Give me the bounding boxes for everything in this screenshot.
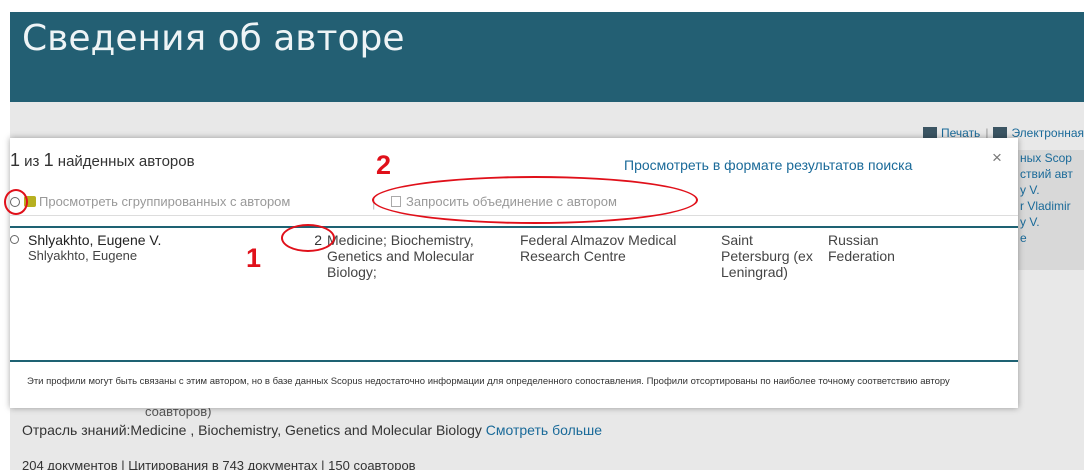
subject-cell: Medicine; Biochemistry, Genetics and Mol…	[327, 232, 475, 280]
annotation-label-1: 1	[246, 243, 262, 273]
row-select-radio[interactable]	[10, 235, 19, 244]
side-panel: ных Scop ствий авт y V. r Vladimir y V. …	[1018, 150, 1084, 270]
author-name[interactable]: Shlyakhto, Eugene V.	[28, 232, 161, 248]
side-snippet[interactable]: y V.	[1020, 214, 1084, 230]
author-alt-name: Shlyakhto, Eugene	[28, 248, 138, 263]
affiliation-cell: Federal Almazov Medical Research Centre	[520, 232, 677, 264]
page-title: Сведения об авторе	[22, 18, 405, 59]
disclaimer-note: Эти профили могут быть связаны с этим ав…	[27, 376, 950, 387]
annotation-ellipse-docs	[281, 224, 335, 252]
author-name-cell: Shlyakhto, Eugene V. Shlyakhto, Eugene	[28, 232, 161, 264]
author-metrics-line: 204 документов | Цитирования в 743 докум…	[22, 458, 416, 470]
view-as-search-results-link[interactable]: Просмотреть в формате результатов поиска	[624, 157, 912, 173]
email-icon[interactable]	[993, 127, 1008, 138]
annotation-ellipse-radio	[4, 189, 28, 215]
side-snippet[interactable]: y V.	[1020, 182, 1084, 198]
print-icon[interactable]	[923, 127, 937, 138]
side-snippet[interactable]: e	[1020, 230, 1084, 246]
side-snippet[interactable]: ных Scop	[1020, 150, 1084, 166]
annotation-ellipse-merge	[372, 176, 698, 224]
subject-area: Отрасль знаний:Medicine , Biochemistry, …	[22, 422, 602, 438]
view-grouped-label: Просмотреть сгруппированных с автором	[39, 194, 291, 209]
city-cell: Saint Petersburg (ex Leningrad)	[721, 232, 813, 280]
close-icon[interactable]: ×	[992, 148, 1002, 168]
results-bottom-divider	[10, 360, 1018, 362]
view-grouped-button[interactable]: Просмотреть сгруппированных с автором	[24, 194, 290, 209]
count-suffix: найденных авторов	[53, 153, 195, 170]
subject-area-label: Отрасль знаний:Medicine , Biochemistry, …	[22, 422, 482, 438]
side-snippet[interactable]: r Vladimir	[1020, 198, 1084, 214]
annotation-label-2: 2	[376, 150, 392, 180]
modal-title: 1 из 1 найденных авторов	[10, 150, 195, 171]
side-snippet[interactable]: ствий авт	[1020, 166, 1084, 182]
result-count: 1	[10, 150, 21, 170]
result-total: 1	[43, 150, 54, 170]
country-cell: Russian Federation	[828, 232, 895, 264]
email-link[interactable]: Электронная	[1011, 126, 1084, 140]
subject-more-link[interactable]: Смотреть больше	[486, 422, 602, 438]
results-top-divider	[10, 226, 1018, 228]
count-of: из	[20, 153, 44, 170]
table-row: Shlyakhto, Eugene V. Shlyakhto, Eugene 2…	[10, 232, 1018, 352]
